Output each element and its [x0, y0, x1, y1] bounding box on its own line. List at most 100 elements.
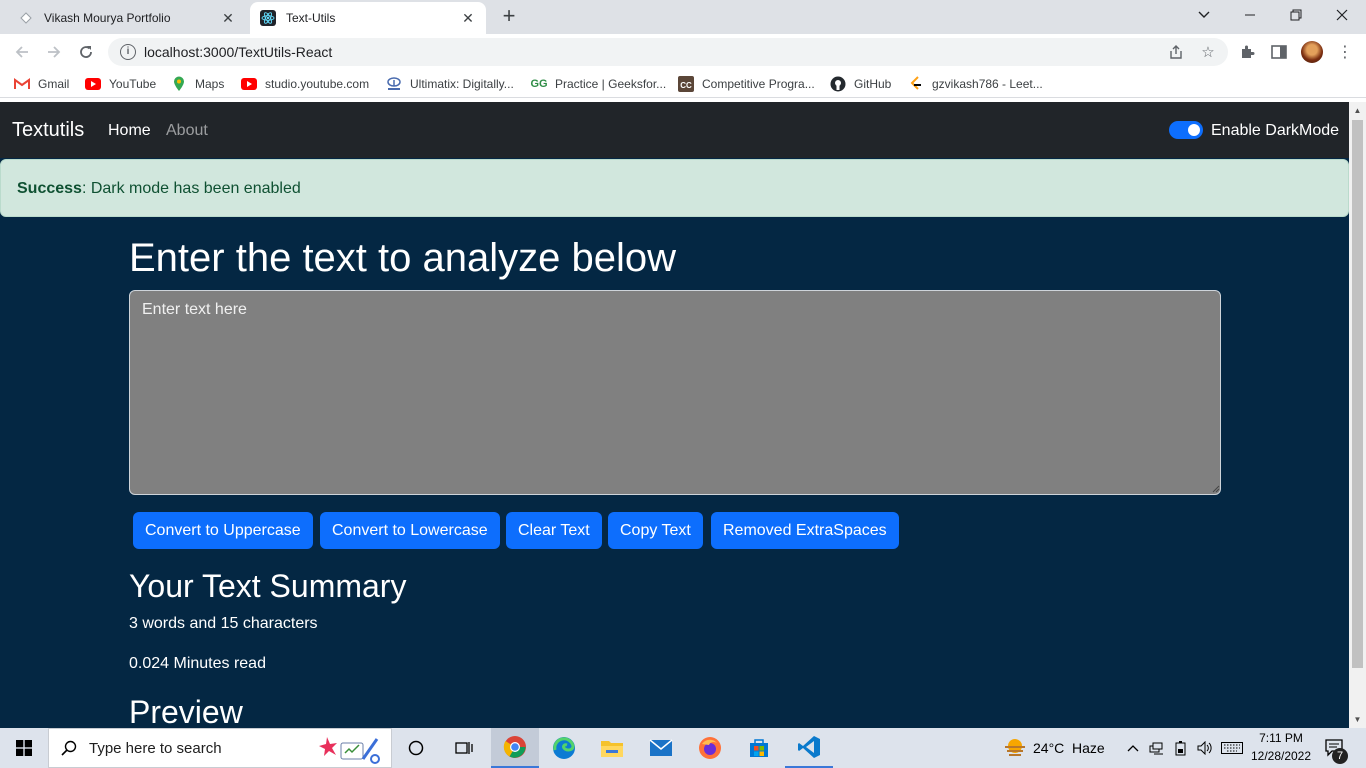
bookmark-studio-youtube[interactable]: studio.youtube.com — [241, 76, 369, 92]
bookmarks-bar: Gmail YouTube Maps studio.youtube.com Ul… — [0, 70, 1366, 98]
profile-avatar[interactable] — [1301, 41, 1323, 63]
bookmark-geeksforgeeks[interactable]: GG Practice | Geeksfor... — [530, 76, 667, 92]
summary-heading: Your Text Summary — [129, 568, 407, 604]
preview-heading: Preview — [129, 694, 243, 728]
codechef-icon: CC — [678, 76, 694, 92]
battery-icon[interactable] — [1170, 728, 1192, 768]
volume-icon[interactable] — [1194, 728, 1216, 768]
toggle-knob — [1188, 124, 1200, 136]
copy-text-button[interactable]: Copy Text — [608, 512, 703, 549]
mail-icon[interactable] — [638, 728, 684, 768]
bookmark-label: Competitive Progra... — [702, 77, 815, 91]
page-scrollbar[interactable]: ▲ ▼ — [1349, 102, 1366, 728]
leetcode-icon — [908, 76, 924, 92]
file-explorer-icon[interactable] — [589, 728, 635, 768]
dark-mode-toggle[interactable] — [1169, 121, 1203, 139]
notification-count-badge: 7 — [1332, 748, 1348, 764]
windows-taskbar: Type here to search 24°C Haze 7:11 PM 12… — [0, 728, 1366, 768]
svg-text:CC: CC — [680, 81, 692, 90]
navbar-brand[interactable]: Textutils — [12, 119, 84, 142]
network-icon[interactable] — [1146, 728, 1168, 768]
tab-text-utils[interactable]: Text-Utils ✕ — [250, 2, 486, 34]
bookmark-label: Practice | Geeksfor... — [555, 77, 667, 91]
page-icon — [18, 10, 34, 26]
bookmark-youtube[interactable]: YouTube — [85, 76, 156, 92]
bookmark-maps[interactable]: Maps — [171, 76, 224, 92]
bookmark-label: Gmail — [38, 77, 70, 91]
show-hidden-icons-chevron-icon[interactable] — [1124, 728, 1142, 768]
task-view-icon[interactable] — [444, 728, 484, 768]
side-panel-icon[interactable] — [1268, 41, 1290, 63]
read-time: 0.024 Minutes read — [129, 655, 266, 672]
close-window-button[interactable] — [1319, 0, 1365, 30]
forward-button[interactable] — [42, 40, 66, 64]
youtube-icon — [85, 76, 101, 92]
success-alert: Success: Dark mode has been enabled — [0, 159, 1349, 217]
keyboard-icon[interactable] — [1219, 728, 1245, 768]
reload-button[interactable] — [74, 40, 98, 64]
bookmark-label: YouTube — [109, 77, 157, 91]
weather-description[interactable]: Haze — [1072, 740, 1105, 756]
weather-haze-icon[interactable] — [998, 728, 1032, 768]
chrome-menu-icon[interactable]: ⋮ — [1334, 41, 1356, 63]
bookmark-ultimatix[interactable]: Ultimatix: Digitally... — [386, 76, 514, 92]
bookmark-label: studio.youtube.com — [265, 77, 370, 91]
scrollbar-thumb[interactable] — [1352, 120, 1363, 668]
geeksforgeeks-icon: GG — [530, 78, 548, 90]
text-input-area[interactable] — [129, 290, 1221, 495]
taskbar-search-box[interactable]: Type here to search — [48, 728, 392, 768]
remove-extra-spaces-button[interactable]: Removed ExtraSpaces — [711, 512, 899, 549]
microsoft-store-icon[interactable] — [736, 728, 782, 768]
react-icon — [260, 10, 276, 26]
address-bar[interactable]: i localhost:3000/TextUtils-React — [108, 38, 1228, 66]
bookmark-label: gzvikash786 - Leet... — [932, 77, 1043, 91]
uppercase-button[interactable]: Convert to Uppercase — [133, 512, 313, 549]
weather-temperature[interactable]: 24°C — [1033, 740, 1064, 756]
dark-mode-label: Enable DarkMode — [1211, 122, 1340, 139]
alert-type: Success — [17, 180, 82, 197]
close-tab-icon[interactable]: ✕ — [460, 10, 476, 27]
site-info-icon[interactable]: i — [120, 44, 136, 60]
word-char-count: 3 words and 15 characters — [129, 615, 318, 632]
browser-toolbar: i localhost:3000/TextUtils-React ☆ ⋮ — [0, 34, 1366, 70]
vscode-icon[interactable] — [785, 728, 833, 768]
nav-home-link[interactable]: Home — [108, 122, 151, 140]
chrome-taskbar-icon[interactable] — [491, 728, 539, 768]
firefox-icon[interactable] — [687, 728, 733, 768]
search-placeholder: Type here to search — [89, 739, 222, 757]
search-icon — [49, 740, 89, 756]
lowercase-button[interactable]: Convert to Lowercase — [320, 512, 500, 549]
restore-button[interactable] — [1273, 0, 1319, 30]
tab-title: Vikash Mourya Portfolio — [44, 11, 171, 25]
bookmark-gmail[interactable]: Gmail — [14, 76, 69, 92]
alert-message: : Dark mode has been enabled — [81, 180, 301, 197]
cortana-icon[interactable] — [398, 728, 434, 768]
edge-icon[interactable] — [541, 728, 587, 768]
tata-icon — [386, 76, 402, 92]
clock-date[interactable]: 12/28/2022 — [1250, 749, 1312, 763]
youtube-studio-icon — [241, 76, 257, 92]
new-tab-button[interactable]: + — [497, 5, 521, 29]
minimize-button[interactable] — [1227, 0, 1273, 30]
clear-text-button[interactable]: Clear Text — [506, 512, 602, 549]
clock-time[interactable]: 7:11 PM — [1250, 731, 1312, 745]
extensions-icon[interactable] — [1236, 41, 1258, 63]
nav-about-link[interactable]: About — [166, 122, 208, 140]
bookmark-label: Maps — [195, 77, 225, 91]
close-tab-icon[interactable]: ✕ — [220, 10, 236, 27]
bookmark-star-icon[interactable]: ☆ — [1198, 42, 1218, 62]
scroll-down-arrow-icon[interactable]: ▼ — [1349, 711, 1366, 728]
resize-grip-icon[interactable] — [1210, 483, 1220, 493]
tab-search-icon[interactable] — [1181, 0, 1227, 30]
page-viewport: Textutils Home About Enable DarkMode Suc… — [0, 102, 1349, 728]
tab-title: Text-Utils — [286, 11, 336, 25]
share-icon[interactable] — [1166, 42, 1186, 62]
search-highlight-icon — [317, 733, 385, 768]
scroll-up-arrow-icon[interactable]: ▲ — [1349, 102, 1366, 119]
bookmark-github[interactable]: GitHub — [830, 76, 891, 92]
back-button[interactable] — [10, 40, 34, 64]
tab-portfolio[interactable]: Vikash Mourya Portfolio ✕ — [8, 2, 246, 34]
bookmark-codechef[interactable]: CC Competitive Progra... — [678, 76, 815, 92]
windows-start-icon[interactable] — [0, 728, 48, 768]
bookmark-leetcode[interactable]: gzvikash786 - Leet... — [908, 76, 1043, 92]
